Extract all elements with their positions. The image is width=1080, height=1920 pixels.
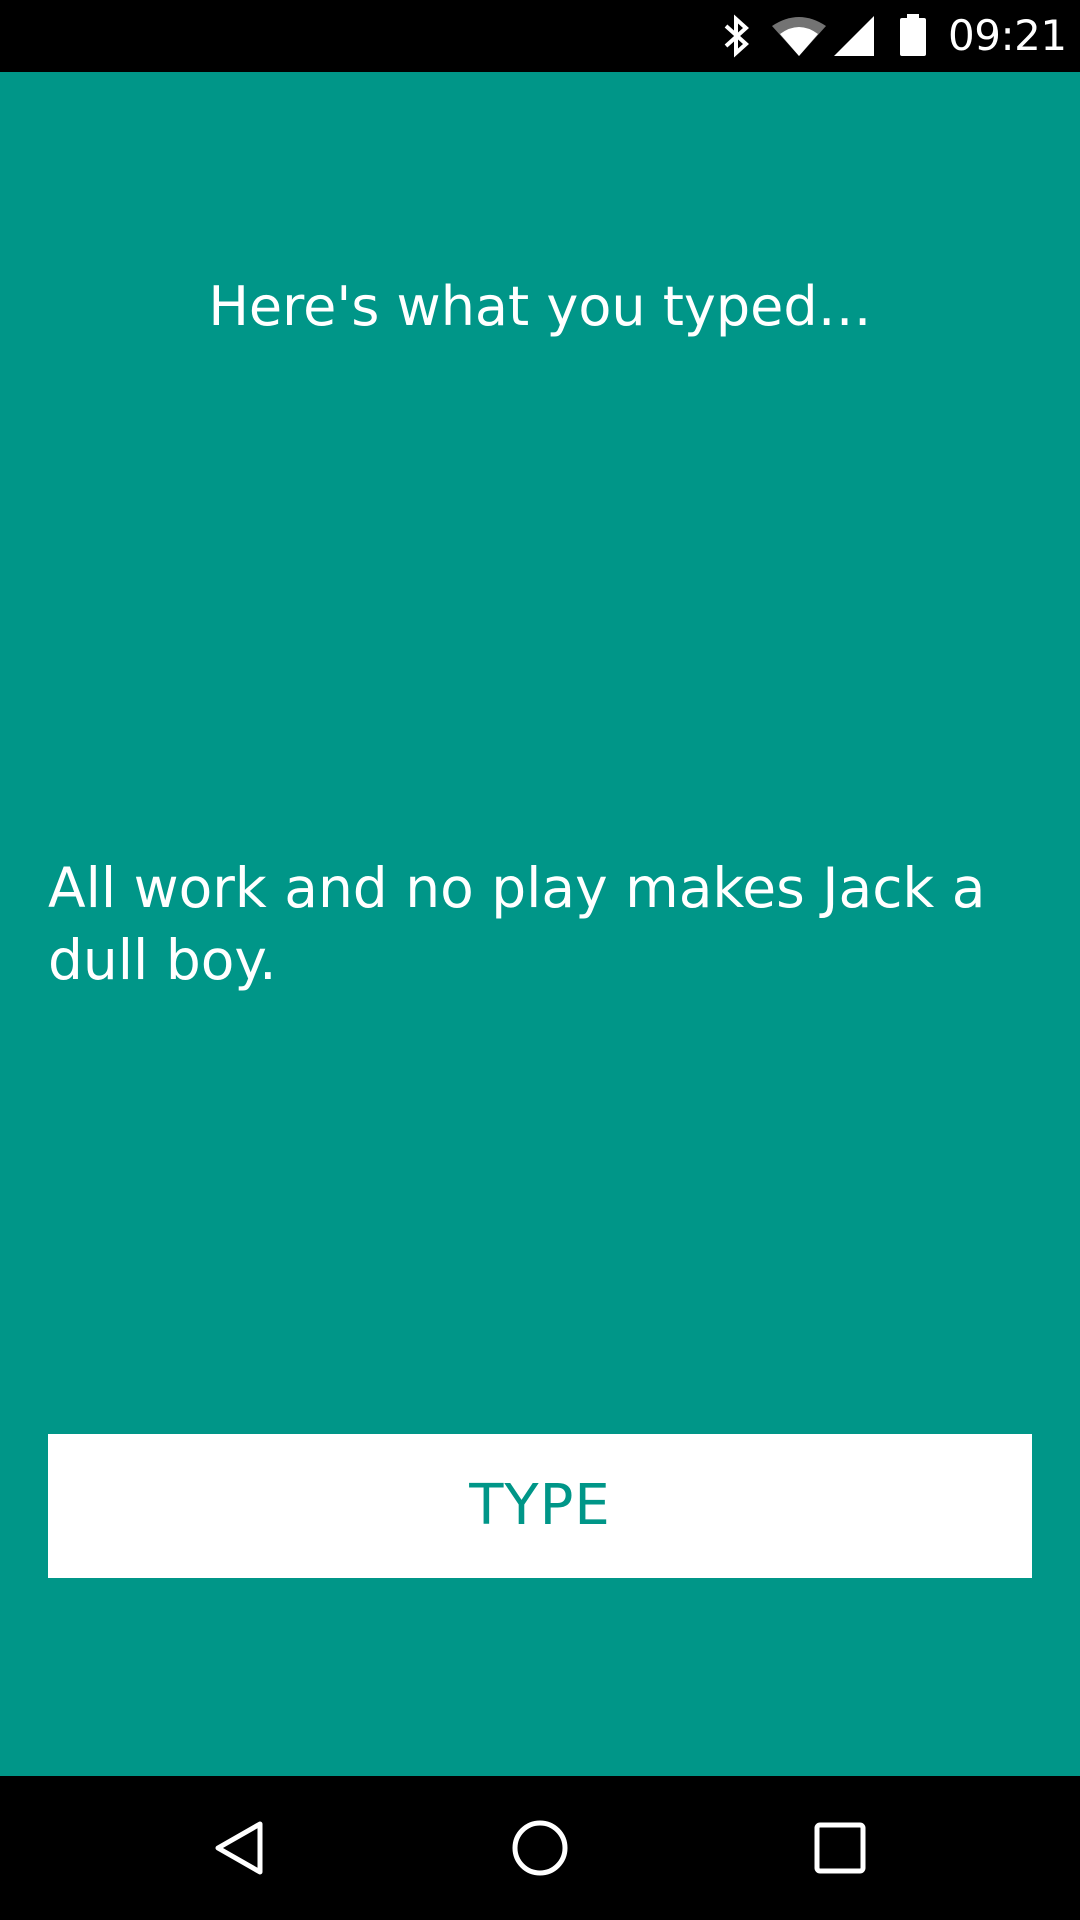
status-clock: 09:21 <box>948 11 1067 60</box>
app-content: Here's what you typed… All work and no p… <box>0 72 1080 1776</box>
navigation-bar <box>0 1776 1080 1920</box>
home-icon[interactable] <box>504 1812 576 1884</box>
wifi-icon <box>770 12 828 60</box>
page-heading: Here's what you typed… <box>208 275 872 338</box>
typed-text-display: All work and no play makes Jack a dull b… <box>48 856 986 992</box>
cell-signal-icon <box>832 12 876 60</box>
type-button[interactable]: TYPE <box>48 1434 1032 1578</box>
recents-icon[interactable] <box>804 1812 876 1884</box>
status-bar: 09:21 <box>0 0 1080 72</box>
battery-icon <box>898 12 928 60</box>
back-icon[interactable] <box>204 1812 276 1884</box>
bluetooth-icon <box>714 12 758 60</box>
screen: 09:21 Here's what you typed… All work an… <box>0 0 1080 1920</box>
